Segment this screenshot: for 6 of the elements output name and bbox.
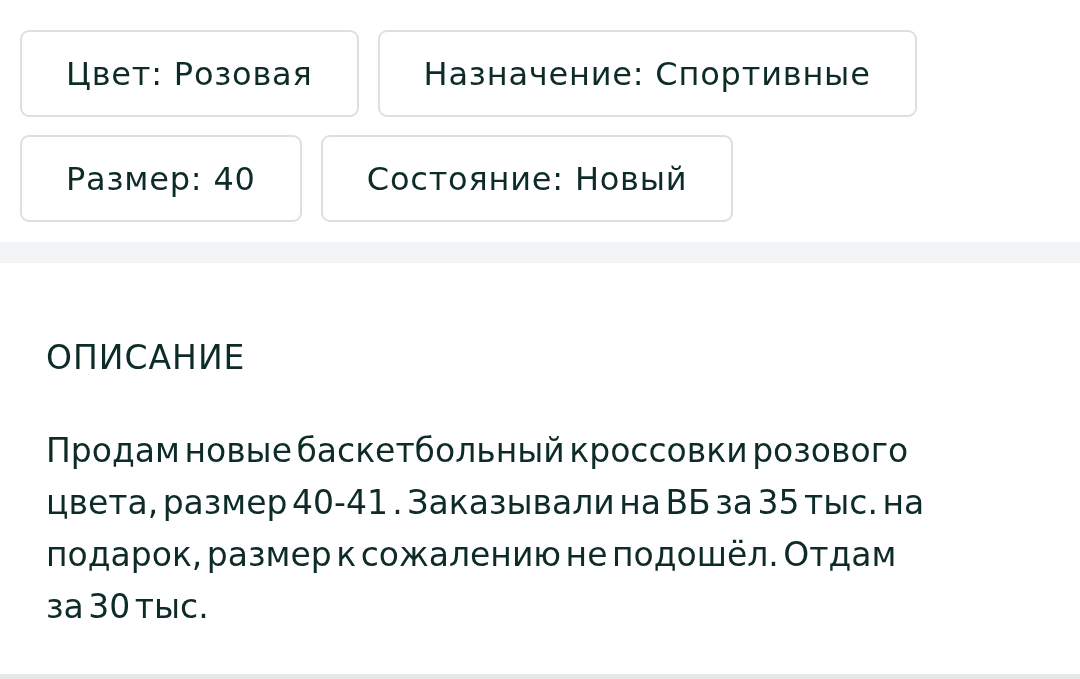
attribute-tag: Цвет: Розовая [20,30,359,117]
attribute-tag: Состояние: Новый [320,135,734,222]
section-heading: ОПИСАНИЕ [46,339,246,377]
attribute-tag: Размер: 40 [20,135,302,222]
description-text: Продам новые баскетбольный кроссовки розового цвета, размер 40-41 . Заказывали на ВБ за 35 тыс. на подарок, размер к сожалению не подошёл. Отдам за 30 тыс. [46,430,926,628]
attribute-tag: Назначение: Спортивные [377,30,917,117]
